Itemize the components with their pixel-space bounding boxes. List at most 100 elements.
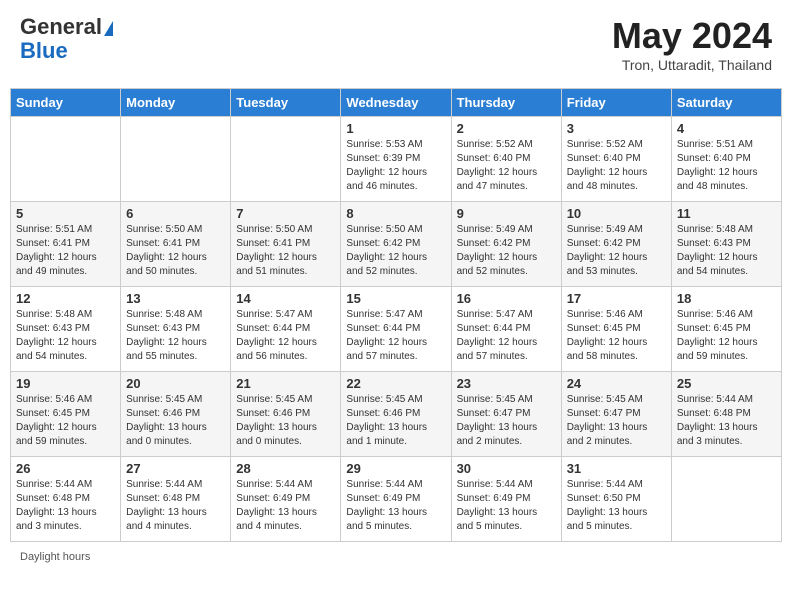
calendar-cell: 10 Sunrise: 5:49 AM Sunset: 6:42 PM Dayli… bbox=[561, 202, 671, 287]
page-header: General Blue May 2024 Tron, Uttaradit, T… bbox=[10, 10, 782, 78]
day-number: 5 bbox=[16, 206, 115, 221]
day-number: 29 bbox=[346, 461, 445, 476]
calendar-cell: 18Sunrise: 5:46 AM Sunset: 6:45 PM Dayli… bbox=[671, 287, 781, 372]
day-number: 11 bbox=[677, 206, 776, 221]
calendar-cell: 28Sunrise: 5:44 AM Sunset: 6:49 PM Dayli… bbox=[231, 457, 341, 542]
day-number: 2 bbox=[457, 121, 556, 136]
day-number: 14 bbox=[236, 291, 335, 306]
calendar-cell: 22Sunrise: 5:45 AM Sunset: 6:46 PM Dayli… bbox=[341, 372, 451, 457]
day-number: 10 bbox=[567, 206, 666, 221]
day-number: 19 bbox=[16, 376, 115, 391]
calendar-cell: 14 Sunrise: 5:47 AM Sunset: 6:44 PM Dayli… bbox=[231, 287, 341, 372]
logo-line1: General bbox=[20, 15, 113, 39]
day-info: Sunrise: 5:52 AM Sunset: 6:40 PM Dayligh… bbox=[567, 138, 666, 194]
day-info: Sunrise: 5:44 AM Sunset: 6:49 PM Dayligh… bbox=[346, 478, 445, 534]
logo-line2: Blue bbox=[20, 39, 68, 63]
calendar-table: SundayMondayTuesdayWednesdayThursdayFrid… bbox=[10, 88, 782, 542]
logo: General Blue bbox=[20, 15, 113, 63]
day-info: Sunrise: 5:44 AM Sunset: 6:48 PM Dayligh… bbox=[16, 478, 115, 534]
day-info: Sunrise: 5:44 AM Sunset: 6:48 PM Dayligh… bbox=[126, 478, 225, 534]
week-row-3: 12 Sunrise: 5:48 AM Sunset: 6:43 PM Dayli… bbox=[11, 287, 782, 372]
calendar-cell bbox=[231, 117, 341, 202]
day-number: 28 bbox=[236, 461, 335, 476]
day-info: Sunrise: 5:45 AM Sunset: 6:46 PM Dayligh… bbox=[236, 393, 335, 449]
day-number: 21 bbox=[236, 376, 335, 391]
day-info: Sunrise: 5:51 AM Sunset: 6:41 PM Dayligh… bbox=[16, 223, 115, 279]
footer: Daylight hours bbox=[10, 548, 782, 566]
calendar-cell: 31 Sunrise: 5:44 AM Sunset: 6:50 PM Dayli… bbox=[561, 457, 671, 542]
day-number: 13 bbox=[126, 291, 225, 306]
day-info: Sunrise: 5:46 AM Sunset: 6:45 PM Dayligh… bbox=[16, 393, 115, 449]
day-number: 3 bbox=[567, 121, 666, 136]
day-info: Sunrise: 5:46 AM Sunset: 6:45 PM Dayligh… bbox=[677, 308, 776, 364]
day-info: Sunrise: 5:44 AM Sunset: 6:50 PM Dayligh… bbox=[567, 478, 666, 534]
week-row-1: 1 Sunrise: 5:53 AM Sunset: 6:39 PM Daylig… bbox=[11, 117, 782, 202]
calendar-cell: 26 Sunrise: 5:44 AM Sunset: 6:48 PM Dayli… bbox=[11, 457, 121, 542]
calendar-cell bbox=[671, 457, 781, 542]
calendar-cell: 16 Sunrise: 5:47 AM Sunset: 6:44 PM Dayli… bbox=[451, 287, 561, 372]
day-info: Sunrise: 5:50 AM Sunset: 6:41 PM Dayligh… bbox=[236, 223, 335, 279]
week-row-5: 26 Sunrise: 5:44 AM Sunset: 6:48 PM Dayli… bbox=[11, 457, 782, 542]
calendar-cell: 19 Sunrise: 5:46 AM Sunset: 6:45 PM Dayli… bbox=[11, 372, 121, 457]
weekday-header-friday: Friday bbox=[561, 89, 671, 117]
calendar-cell bbox=[121, 117, 231, 202]
day-info: Sunrise: 5:47 AM Sunset: 6:44 PM Dayligh… bbox=[236, 308, 335, 364]
day-number: 16 bbox=[457, 291, 556, 306]
day-info: Sunrise: 5:47 AM Sunset: 6:44 PM Dayligh… bbox=[346, 308, 445, 364]
day-info: Sunrise: 5:48 AM Sunset: 6:43 PM Dayligh… bbox=[677, 223, 776, 279]
week-row-4: 19 Sunrise: 5:46 AM Sunset: 6:45 PM Dayli… bbox=[11, 372, 782, 457]
day-info: Sunrise: 5:50 AM Sunset: 6:42 PM Dayligh… bbox=[346, 223, 445, 279]
calendar-cell: 6 Sunrise: 5:50 AM Sunset: 6:41 PM Daylig… bbox=[121, 202, 231, 287]
day-number: 12 bbox=[16, 291, 115, 306]
weekday-header-sunday: Sunday bbox=[11, 89, 121, 117]
day-info: Sunrise: 5:53 AM Sunset: 6:39 PM Dayligh… bbox=[346, 138, 445, 194]
location: Tron, Uttaradit, Thailand bbox=[612, 57, 772, 73]
calendar-cell: 8 Sunrise: 5:50 AM Sunset: 6:42 PM Daylig… bbox=[341, 202, 451, 287]
calendar-cell: 2 Sunrise: 5:52 AM Sunset: 6:40 PM Daylig… bbox=[451, 117, 561, 202]
day-number: 26 bbox=[16, 461, 115, 476]
day-info: Sunrise: 5:44 AM Sunset: 6:49 PM Dayligh… bbox=[457, 478, 556, 534]
day-number: 20 bbox=[126, 376, 225, 391]
calendar-cell: 15 Sunrise: 5:47 AM Sunset: 6:44 PM Dayli… bbox=[341, 287, 451, 372]
month-title: May 2024 bbox=[612, 15, 772, 57]
day-number: 23 bbox=[457, 376, 556, 391]
day-info: Sunrise: 5:49 AM Sunset: 6:42 PM Dayligh… bbox=[567, 223, 666, 279]
weekday-header-tuesday: Tuesday bbox=[231, 89, 341, 117]
calendar-cell: 17Sunrise: 5:46 AM Sunset: 6:45 PM Dayli… bbox=[561, 287, 671, 372]
calendar-cell: 7Sunrise: 5:50 AM Sunset: 6:41 PM Daylig… bbox=[231, 202, 341, 287]
daylight-label: Daylight hours bbox=[20, 551, 90, 563]
calendar-cell: 1 Sunrise: 5:53 AM Sunset: 6:39 PM Daylig… bbox=[341, 117, 451, 202]
day-info: Sunrise: 5:51 AM Sunset: 6:40 PM Dayligh… bbox=[677, 138, 776, 194]
day-number: 25 bbox=[677, 376, 776, 391]
calendar-cell: 24Sunrise: 5:45 AM Sunset: 6:47 PM Dayli… bbox=[561, 372, 671, 457]
calendar-cell: 11 Sunrise: 5:48 AM Sunset: 6:43 PM Dayli… bbox=[671, 202, 781, 287]
day-number: 1 bbox=[346, 121, 445, 136]
day-number: 31 bbox=[567, 461, 666, 476]
day-number: 8 bbox=[346, 206, 445, 221]
weekday-header-row: SundayMondayTuesdayWednesdayThursdayFrid… bbox=[11, 89, 782, 117]
day-info: Sunrise: 5:48 AM Sunset: 6:43 PM Dayligh… bbox=[16, 308, 115, 364]
day-info: Sunrise: 5:46 AM Sunset: 6:45 PM Dayligh… bbox=[567, 308, 666, 364]
calendar-cell: 5 Sunrise: 5:51 AM Sunset: 6:41 PM Daylig… bbox=[11, 202, 121, 287]
calendar-cell: 4 Sunrise: 5:51 AM Sunset: 6:40 PM Daylig… bbox=[671, 117, 781, 202]
day-info: Sunrise: 5:47 AM Sunset: 6:44 PM Dayligh… bbox=[457, 308, 556, 364]
title-block: May 2024 Tron, Uttaradit, Thailand bbox=[612, 15, 772, 73]
calendar-cell: 20Sunrise: 5:45 AM Sunset: 6:46 PM Dayli… bbox=[121, 372, 231, 457]
day-info: Sunrise: 5:45 AM Sunset: 6:47 PM Dayligh… bbox=[457, 393, 556, 449]
day-info: Sunrise: 5:50 AM Sunset: 6:41 PM Dayligh… bbox=[126, 223, 225, 279]
calendar-cell: 9Sunrise: 5:49 AM Sunset: 6:42 PM Daylig… bbox=[451, 202, 561, 287]
day-info: Sunrise: 5:45 AM Sunset: 6:46 PM Dayligh… bbox=[346, 393, 445, 449]
day-info: Sunrise: 5:52 AM Sunset: 6:40 PM Dayligh… bbox=[457, 138, 556, 194]
week-row-2: 5 Sunrise: 5:51 AM Sunset: 6:41 PM Daylig… bbox=[11, 202, 782, 287]
day-number: 4 bbox=[677, 121, 776, 136]
weekday-header-saturday: Saturday bbox=[671, 89, 781, 117]
day-number: 6 bbox=[126, 206, 225, 221]
calendar-cell: 21 Sunrise: 5:45 AM Sunset: 6:46 PM Dayli… bbox=[231, 372, 341, 457]
weekday-header-monday: Monday bbox=[121, 89, 231, 117]
calendar-cell: 23 Sunrise: 5:45 AM Sunset: 6:47 PM Dayli… bbox=[451, 372, 561, 457]
calendar-cell: 29 Sunrise: 5:44 AM Sunset: 6:49 PM Dayli… bbox=[341, 457, 451, 542]
day-number: 15 bbox=[346, 291, 445, 306]
day-number: 24 bbox=[567, 376, 666, 391]
day-number: 30 bbox=[457, 461, 556, 476]
weekday-header-thursday: Thursday bbox=[451, 89, 561, 117]
